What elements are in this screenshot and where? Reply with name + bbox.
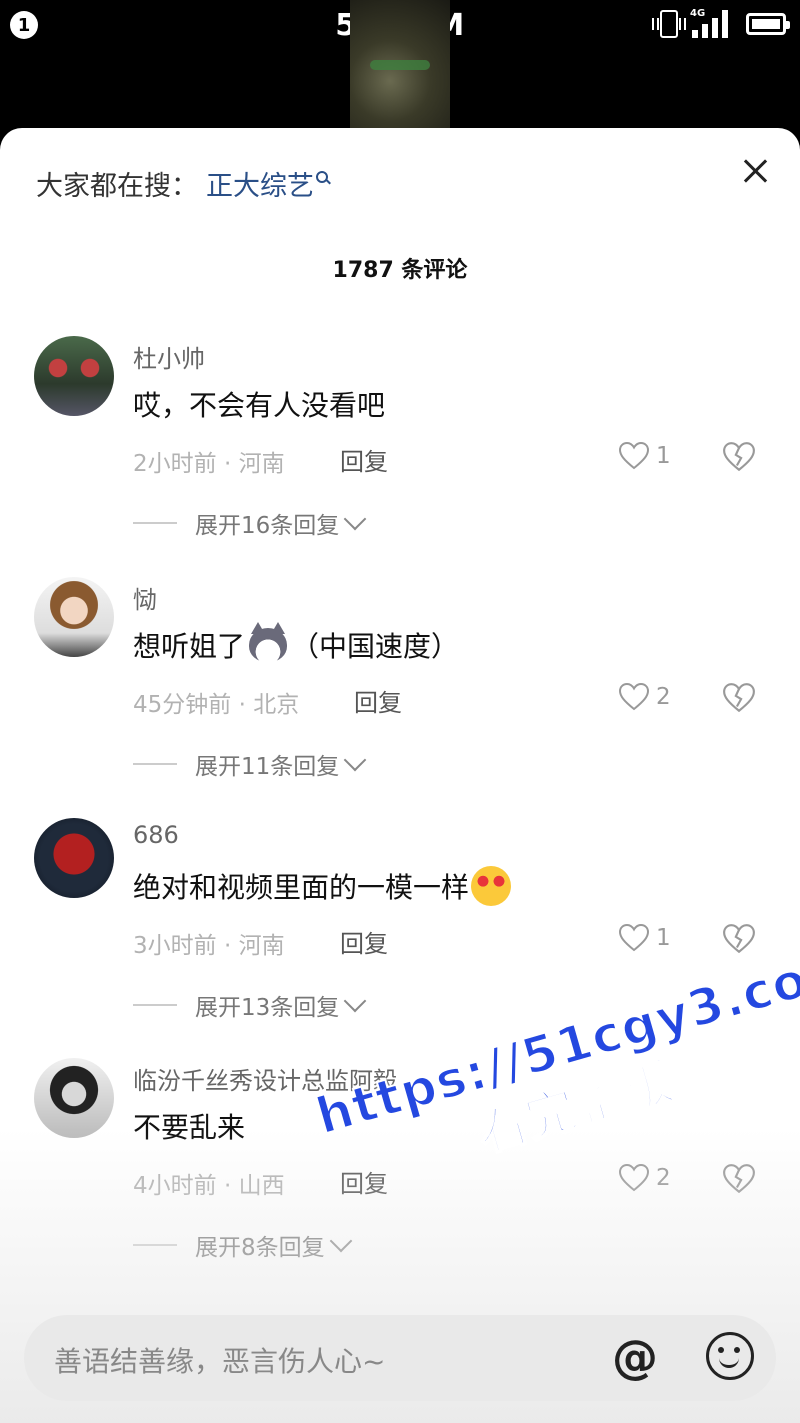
search-icon [316,171,330,185]
search-suggestion[interactable]: 大家都在搜： 正大综艺 [36,164,330,203]
comment-username[interactable]: 恸 [133,580,157,615]
avatar[interactable] [34,1058,114,1138]
divider [133,522,177,524]
expand-replies[interactable]: 展开11条回复 [133,747,367,781]
comment-item: 临汾千丝秀设计总监阿毅 不要乱来 4小时前 · 山西 回复 2 展开8条回复 [0,1058,800,1298]
close-button[interactable] [740,156,770,186]
comment-item: 杜小帅 哎，不会有人没看吧 2小时前 · 河南 回复 1 展开16条回复 [0,336,800,576]
like-count: 1 [656,443,671,469]
search-hint-prefix: 大家都在搜： [36,171,198,202]
comment-input[interactable]: 善语结善缘，恶言伤人心~ @ [24,1315,776,1401]
expand-replies[interactable]: 展开16条回复 [133,506,367,540]
chevron-down-icon [343,748,367,772]
heart-icon [618,682,650,711]
like-button[interactable]: 1 [618,440,671,472]
comment-username[interactable]: 686 [133,821,179,849]
husky-emoji-icon [249,622,288,662]
avatar[interactable] [34,336,114,416]
divider [133,763,177,765]
search-hint-term[interactable]: 正大综艺 [206,171,314,202]
screen: 1 5:12PM 4G 大家都在搜：正大综艺 1787 条评论 杜小帅 哎，不会… [0,0,800,1423]
broken-heart-icon[interactable] [722,922,756,956]
signal-icon: 4G [690,8,734,38]
like-button[interactable]: 2 [618,681,671,713]
comment-text: 不要乱来 [133,1111,246,1144]
reply-button[interactable]: 回复 [354,683,402,718]
heart-eyes-emoji-icon [471,866,512,906]
like-count: 1 [656,925,671,951]
reply-button[interactable]: 回复 [340,442,388,477]
heart-icon [618,923,650,952]
expand-replies[interactable]: 展开8条回复 [133,1228,352,1262]
network-type: 4G [690,8,706,19]
like-button[interactable]: 1 [618,922,671,954]
comment-text: 想听姐了 （中国速度） [133,622,460,663]
at-mention-icon[interactable]: @ [612,1329,658,1385]
broken-heart-icon[interactable] [722,681,756,715]
comment-meta: 2小时前 · 河南 [133,451,285,477]
comment-item: 恸 想听姐了 （中国速度） 45分钟前 · 北京 回复 2 展开11条回复 [0,577,800,817]
chevron-down-icon [343,989,367,1013]
comment-meta: 4小时前 · 山西 [133,1173,285,1199]
comment-item: 686 绝对和视频里面的一模一样 3小时前 · 河南 回复 1 展开13条回复 [0,818,800,1058]
comment-text: 哎，不会有人没看吧 [133,389,386,422]
comment-username[interactable]: 临汾千丝秀设计总监阿毅 [133,1061,397,1096]
battery-icon [746,13,790,35]
reply-button[interactable]: 回复 [340,924,388,959]
emoji-picker-icon[interactable] [706,1332,754,1380]
broken-heart-icon[interactable] [722,440,756,474]
comment-input-placeholder: 善语结善缘，恶言伤人心~ [54,1345,386,1378]
chevron-down-icon [329,1229,352,1253]
avatar[interactable] [34,818,114,898]
vibrate-icon [652,10,686,38]
comment-sheet: 大家都在搜： 正大综艺 1787 条评论 杜小帅 哎，不会有人没看吧 2小时前 ·… [0,128,800,1423]
comment-text: 绝对和视频里面的一模一样 [133,866,512,906]
reply-button[interactable]: 回复 [340,1164,388,1199]
avatar[interactable] [34,577,114,657]
heart-icon [618,441,650,470]
comment-meta: 45分钟前 · 北京 [133,692,300,718]
heart-icon [618,1163,650,1192]
comment-count: 1787 条评论 [332,258,468,283]
comment-username[interactable]: 杜小帅 [133,339,205,374]
like-count: 2 [656,684,671,710]
like-button[interactable]: 2 [618,1162,671,1194]
divider [133,1004,177,1006]
expand-replies[interactable]: 展开13条回复 [133,988,367,1022]
chevron-down-icon [343,507,367,531]
broken-heart-icon[interactable] [722,1162,756,1196]
video-thumbnail [350,0,450,135]
comment-meta: 3小时前 · 河南 [133,933,285,959]
status-icons: 4G [652,8,790,38]
divider [133,1244,177,1246]
like-count: 2 [656,1165,671,1191]
